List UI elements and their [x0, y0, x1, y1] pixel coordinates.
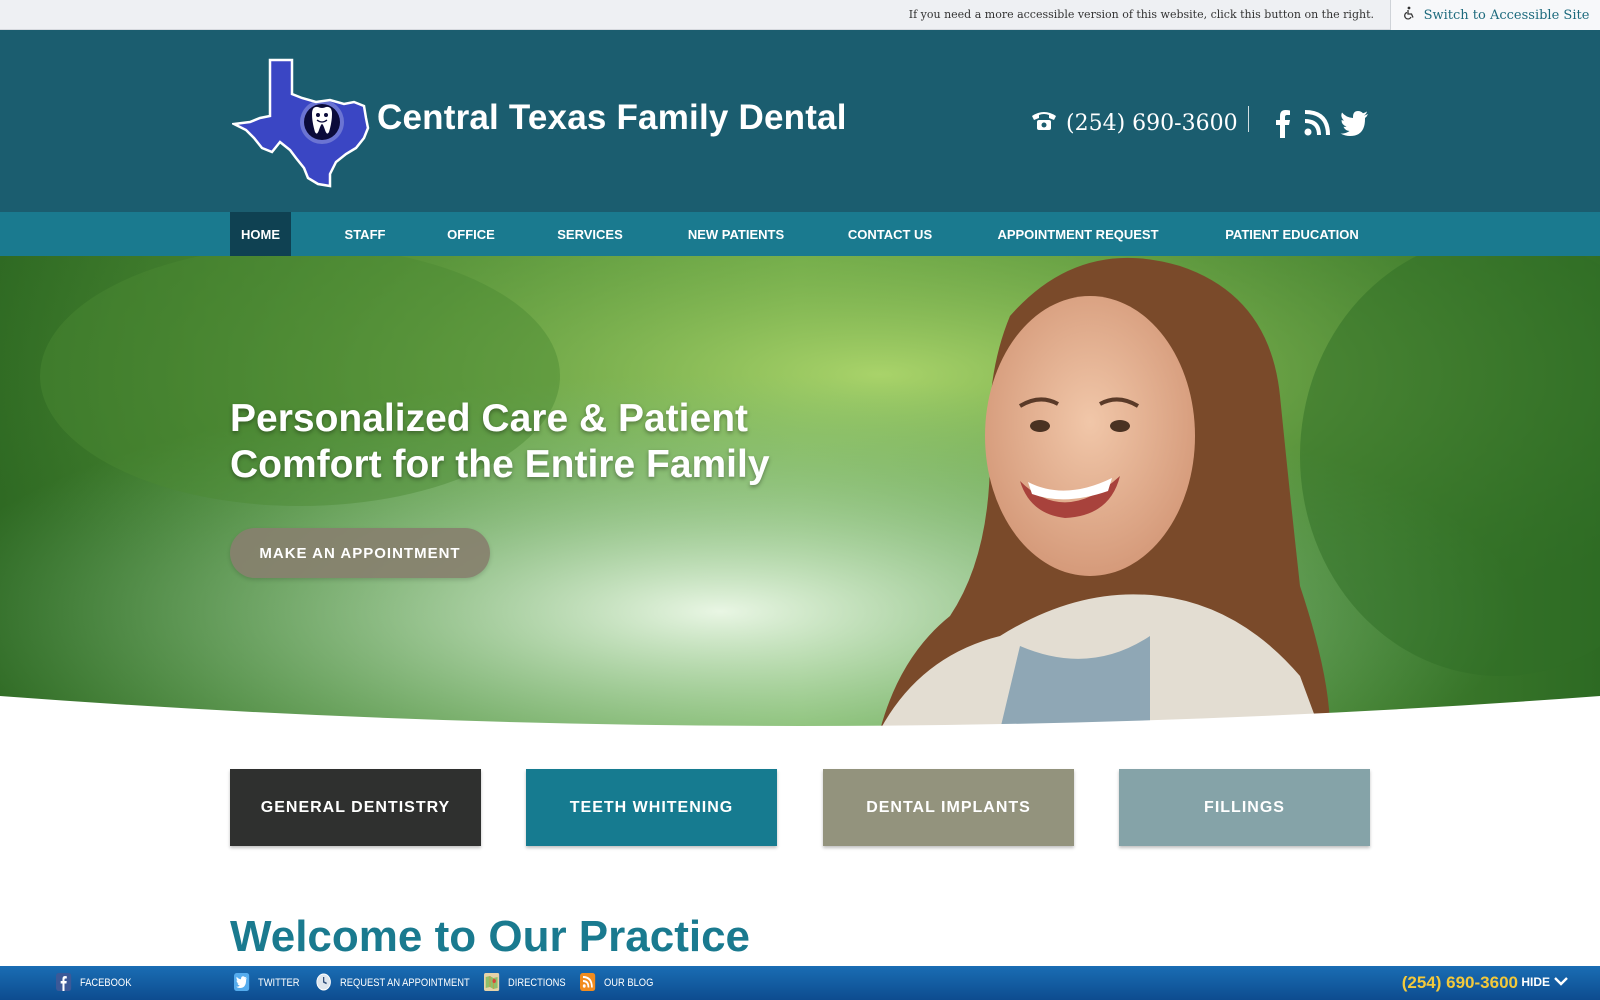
facebook-icon[interactable] — [1268, 108, 1298, 138]
hero-background-image — [0, 256, 1600, 730]
nav-contact-us[interactable]: CONTACT US — [842, 212, 938, 256]
header-phone-number: (254) 690-3600 — [1066, 110, 1238, 136]
hero-headline-line-1: Personalized Care & Patient — [230, 397, 749, 440]
nav-appointment-request[interactable]: APPOINTMENT REQUEST — [990, 212, 1166, 256]
bottom-link-facebook-label: FACEBOOK — [80, 977, 132, 989]
bottom-bar-hide-button[interactable]: HIDE — [1521, 975, 1568, 989]
bottom-link-directions-label: DIRECTIONS — [508, 977, 566, 989]
bottom-link-our-blog-label: OUR BLOG — [604, 977, 654, 989]
nav-new-patients[interactable]: NEW PATIENTS — [680, 212, 792, 256]
bottom-link-facebook[interactable]: FACEBOOK — [56, 966, 141, 1000]
bottom-link-request-appointment-label: REQUEST AN APPOINTMENT — [340, 977, 470, 989]
twitter-icon — [234, 972, 250, 994]
main-navigation: HOME STAFF OFFICE SERVICES NEW PATIENTS … — [0, 212, 1600, 256]
texas-tooth-logo[interactable] — [229, 56, 374, 190]
bottom-link-directions[interactable]: DIRECTIONS — [484, 966, 576, 1000]
hero-headline-line-2: Comfort for the Entire Family — [230, 443, 770, 486]
wheelchair-icon — [1402, 6, 1416, 24]
make-appointment-button[interactable]: MAKE AN APPOINTMENT — [230, 528, 490, 578]
chevron-down-icon — [1554, 975, 1568, 989]
bottom-link-our-blog[interactable]: OUR BLOG — [580, 966, 662, 1000]
switch-accessible-site-button[interactable]: Switch to Accessible Site — [1390, 0, 1600, 30]
header-phone[interactable]: (254) 690-3600 — [1030, 109, 1238, 137]
welcome-heading: Welcome to Our Practice — [230, 912, 751, 961]
service-tile-general-dentistry[interactable]: GENERAL DENTISTRY — [230, 769, 481, 846]
switch-accessible-site-label: Switch to Accessible Site — [1423, 7, 1590, 23]
bottom-link-twitter-label: TWITTER — [258, 977, 300, 989]
bottom-link-twitter[interactable]: TWITTER — [234, 966, 307, 1000]
facebook-icon — [56, 972, 72, 994]
nav-home[interactable]: HOME — [230, 212, 291, 256]
accessibility-bar: If you need a more accessible version of… — [0, 0, 1600, 30]
service-tile-fillings[interactable]: FILLINGS — [1119, 769, 1370, 846]
bottom-bar-hide-label: HIDE — [1521, 975, 1550, 989]
header-divider — [1248, 106, 1249, 132]
bottom-bar-phone[interactable]: (254) 690-3600 — [1402, 973, 1518, 993]
accessibility-notice: If you need a more accessible version of… — [908, 8, 1374, 21]
clock-icon — [316, 973, 331, 994]
map-icon — [484, 972, 500, 994]
bottom-quick-links-bar: FACEBOOK TWITTER REQUEST AN APPOINTMENT … — [0, 966, 1600, 1000]
telephone-icon — [1030, 109, 1058, 137]
nav-staff[interactable]: STAFF — [331, 212, 399, 256]
service-tile-dental-implants[interactable]: DENTAL IMPLANTS — [823, 769, 1074, 846]
nav-patient-education[interactable]: PATIENT EDUCATION — [1218, 212, 1366, 256]
bottom-link-request-appointment[interactable]: REQUEST AN APPOINTMENT — [316, 966, 493, 1000]
practice-name[interactable]: Central Texas Family Dental — [377, 98, 847, 138]
rss-icon — [580, 972, 596, 994]
hero-headline: Personalized Care & Patient Comfort for … — [230, 396, 870, 488]
site-header: Central Texas Family Dental (254) 690-36… — [0, 30, 1600, 212]
service-tile-teeth-whitening[interactable]: TEETH WHITENING — [526, 769, 777, 846]
nav-services[interactable]: SERVICES — [548, 212, 632, 256]
hero-banner: Personalized Care & Patient Comfort for … — [0, 256, 1600, 730]
nav-office[interactable]: OFFICE — [436, 212, 506, 256]
rss-icon[interactable] — [1302, 108, 1332, 138]
twitter-icon[interactable] — [1340, 108, 1370, 138]
